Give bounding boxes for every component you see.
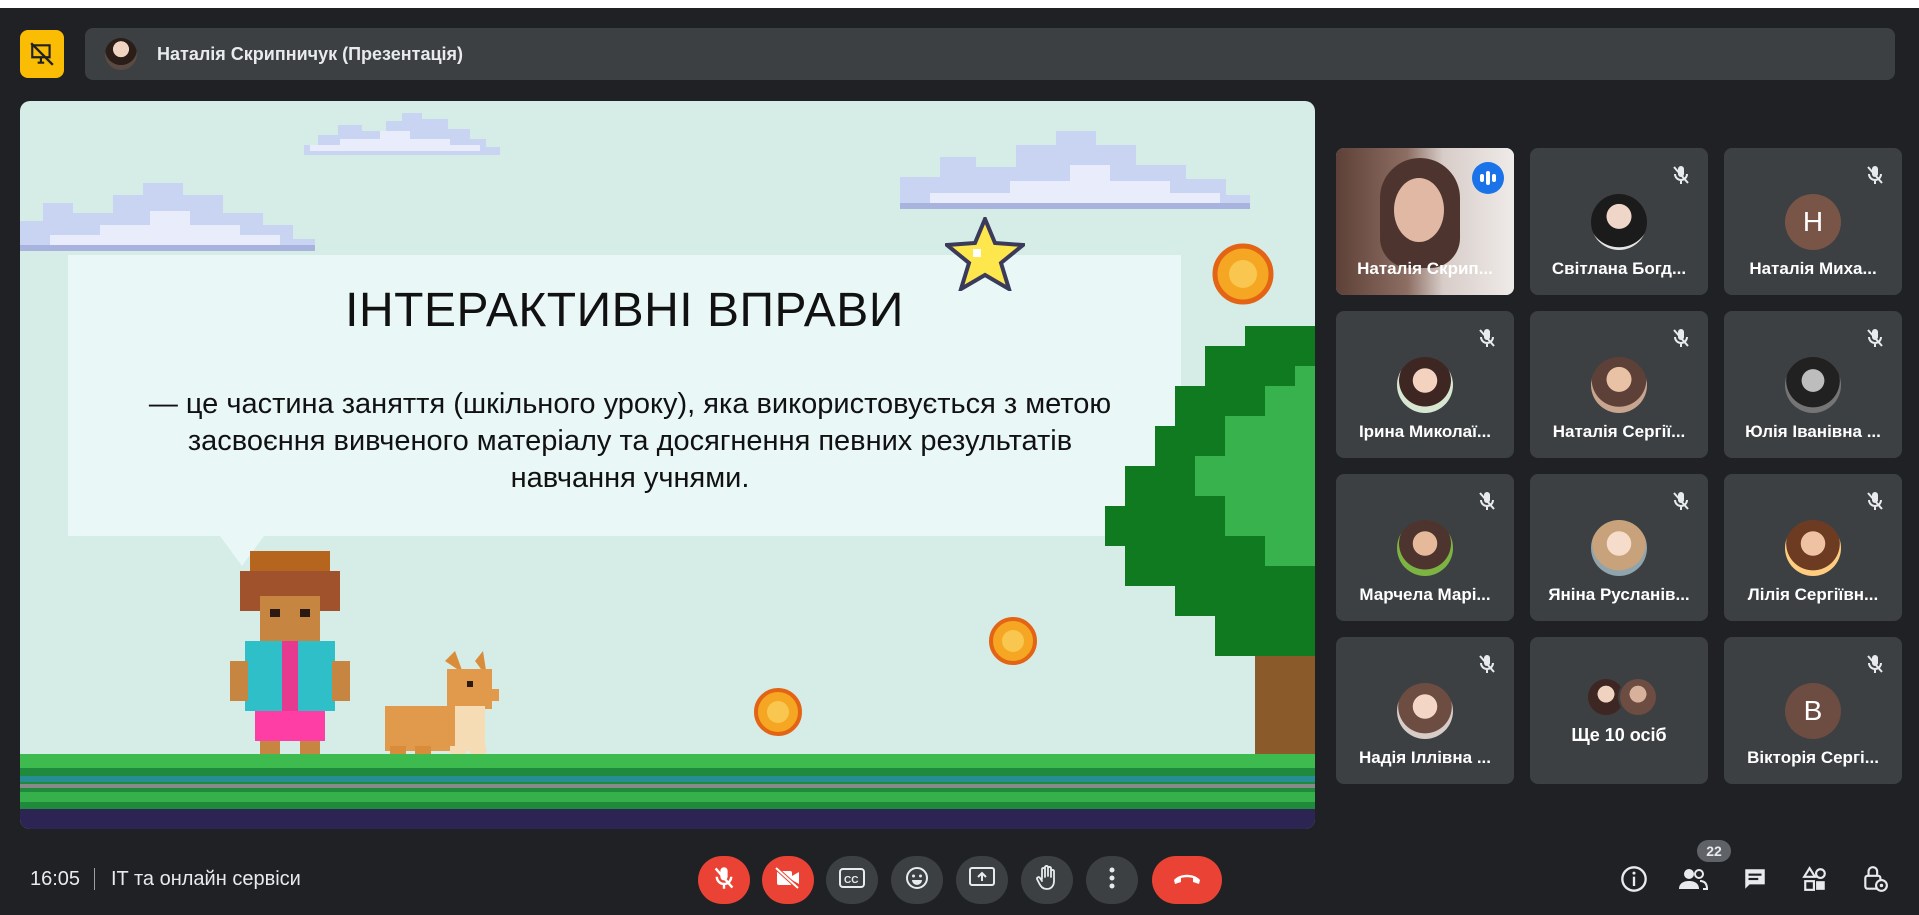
participant-name: Світлана Богд... [1551,259,1687,278]
avatar [1397,357,1453,413]
participant-name: Юлія Іванівна ... [1745,422,1881,441]
cloud-graphic [900,131,1250,209]
slide-title: ІНТЕРАКТИВНІ ВПРАВИ [345,284,904,337]
participant-name: Надія Іллівна ... [1359,748,1491,767]
mic-off-icon [1858,158,1892,192]
mic-off-icon [1858,647,1892,681]
cloud-graphic [20,183,315,251]
coin-graphic [754,688,802,736]
activities-icon [1802,865,1828,897]
participant-name: Лілія Сергіївн... [1747,585,1879,604]
participant-tile[interactable]: В Вікторія Сергі... [1724,637,1902,784]
meeting-details-button[interactable] [1617,864,1651,898]
people-icon [1678,867,1709,896]
cloud-graphic [290,113,500,155]
participant-name: Ірина Миколаї... [1358,422,1492,441]
participant-name: Наталія Скрип... [1357,259,1493,278]
host-controls-icon [1862,865,1888,898]
more-participants-tile[interactable]: Ще 10 осіб [1530,637,1708,784]
mic-off-icon [1858,321,1892,355]
more-options-button[interactable] [1086,856,1138,904]
participant-video-face [1394,178,1444,242]
star-graphic [945,217,1025,291]
presentation-off-icon[interactable] [20,30,64,78]
chat-button[interactable] [1738,864,1772,898]
avatar [1591,520,1647,576]
top-strip [0,0,1919,8]
mic-off-icon [1664,158,1698,192]
mic-off-icon [1858,484,1892,518]
presenter-name: Наталія Скрипничук (Презентація) [157,43,464,64]
coin-graphic [1212,243,1274,305]
avatar [1618,677,1658,717]
avatar [1785,357,1841,413]
more-vert-icon [1109,867,1115,894]
footer-divider [94,868,95,890]
mic-off-icon [1470,647,1504,681]
slide-body-text: — це частина заняття (шкільного уроку), … [148,388,1112,494]
participant-name: Наталія Сергії... [1552,422,1686,441]
avatar [1397,683,1453,739]
leave-call-button[interactable] [1152,856,1222,904]
raise-hand-icon [1036,864,1058,896]
people-count-badge: 22 [1697,840,1731,862]
mic-off-icon [713,866,735,895]
svg-text:CC: CC [844,875,858,886]
participant-tile[interactable]: Марчела Марі... [1336,474,1514,621]
presenter-bar[interactable]: Наталія Скрипничук (Презентація) [85,28,1895,80]
info-icon [1620,865,1648,898]
mic-toggle-button[interactable] [698,856,750,904]
present-now-button[interactable] [956,856,1008,904]
coin-graphic [989,617,1037,665]
present-screen-icon [969,866,995,894]
participant-tile[interactable]: Наталія Сергії... [1530,311,1708,458]
tree-graphic [1105,326,1315,766]
participant-tile[interactable]: Юлія Іванівна ... [1724,311,1902,458]
participant-tile[interactable]: Лілія Сергіївн... [1724,474,1902,621]
camera-toggle-button[interactable] [762,856,814,904]
participant-name: Марчела Марі... [1359,585,1491,604]
avatar [1397,520,1453,576]
participant-tile[interactable]: Н Наталія Миха... [1724,148,1902,295]
presenter-avatar [105,38,137,70]
participant-tile[interactable]: Світлана Богд... [1530,148,1708,295]
avatar: В [1785,683,1841,739]
avatar: Н [1785,194,1841,250]
camera-off-icon [774,866,801,894]
raise-hand-button[interactable] [1021,856,1073,904]
participant-tile[interactable]: Яніна Русланів... [1530,474,1708,621]
people-button[interactable] [1676,864,1710,898]
call-end-icon [1172,871,1202,890]
emoji-icon [905,866,929,895]
mic-off-icon [1470,484,1504,518]
mic-off-icon [1664,484,1698,518]
more-participants-avatars [1586,677,1658,717]
emoji-reaction-button[interactable] [891,856,943,904]
host-controls-button[interactable] [1858,864,1892,898]
presentation-slide: ІНТЕРАКТИВНІ ВПРАВИ — це частина заняття… [20,101,1315,829]
more-participants-label: Ще 10 осіб [1571,725,1667,745]
activities-button[interactable] [1798,864,1832,898]
girl-character-graphic [230,551,350,779]
meeting-clock: 16:05 [30,868,81,890]
avatar [1785,520,1841,576]
mic-off-icon [1664,321,1698,355]
participant-tile[interactable]: Надія Іллівна ... [1336,637,1514,784]
participant-tile[interactable]: Наталія Скрип... [1336,148,1514,295]
chat-icon [1742,866,1768,897]
participant-name: Яніна Русланів... [1548,585,1690,604]
participant-name: Наталія Миха... [1749,259,1877,278]
speaking-indicator-icon [1472,162,1504,194]
meeting-title: IT та онлайн сервіси [111,868,301,890]
grass-ground-graphic [20,754,1315,829]
participant-tile[interactable]: Ірина Миколаї... [1336,311,1514,458]
participant-name: Вікторія Сергі... [1747,748,1879,767]
avatar [1591,357,1647,413]
captions-button[interactable]: CC [826,856,878,904]
avatar [1591,194,1647,250]
captions-icon: CC [839,867,865,893]
mic-off-icon [1470,321,1504,355]
